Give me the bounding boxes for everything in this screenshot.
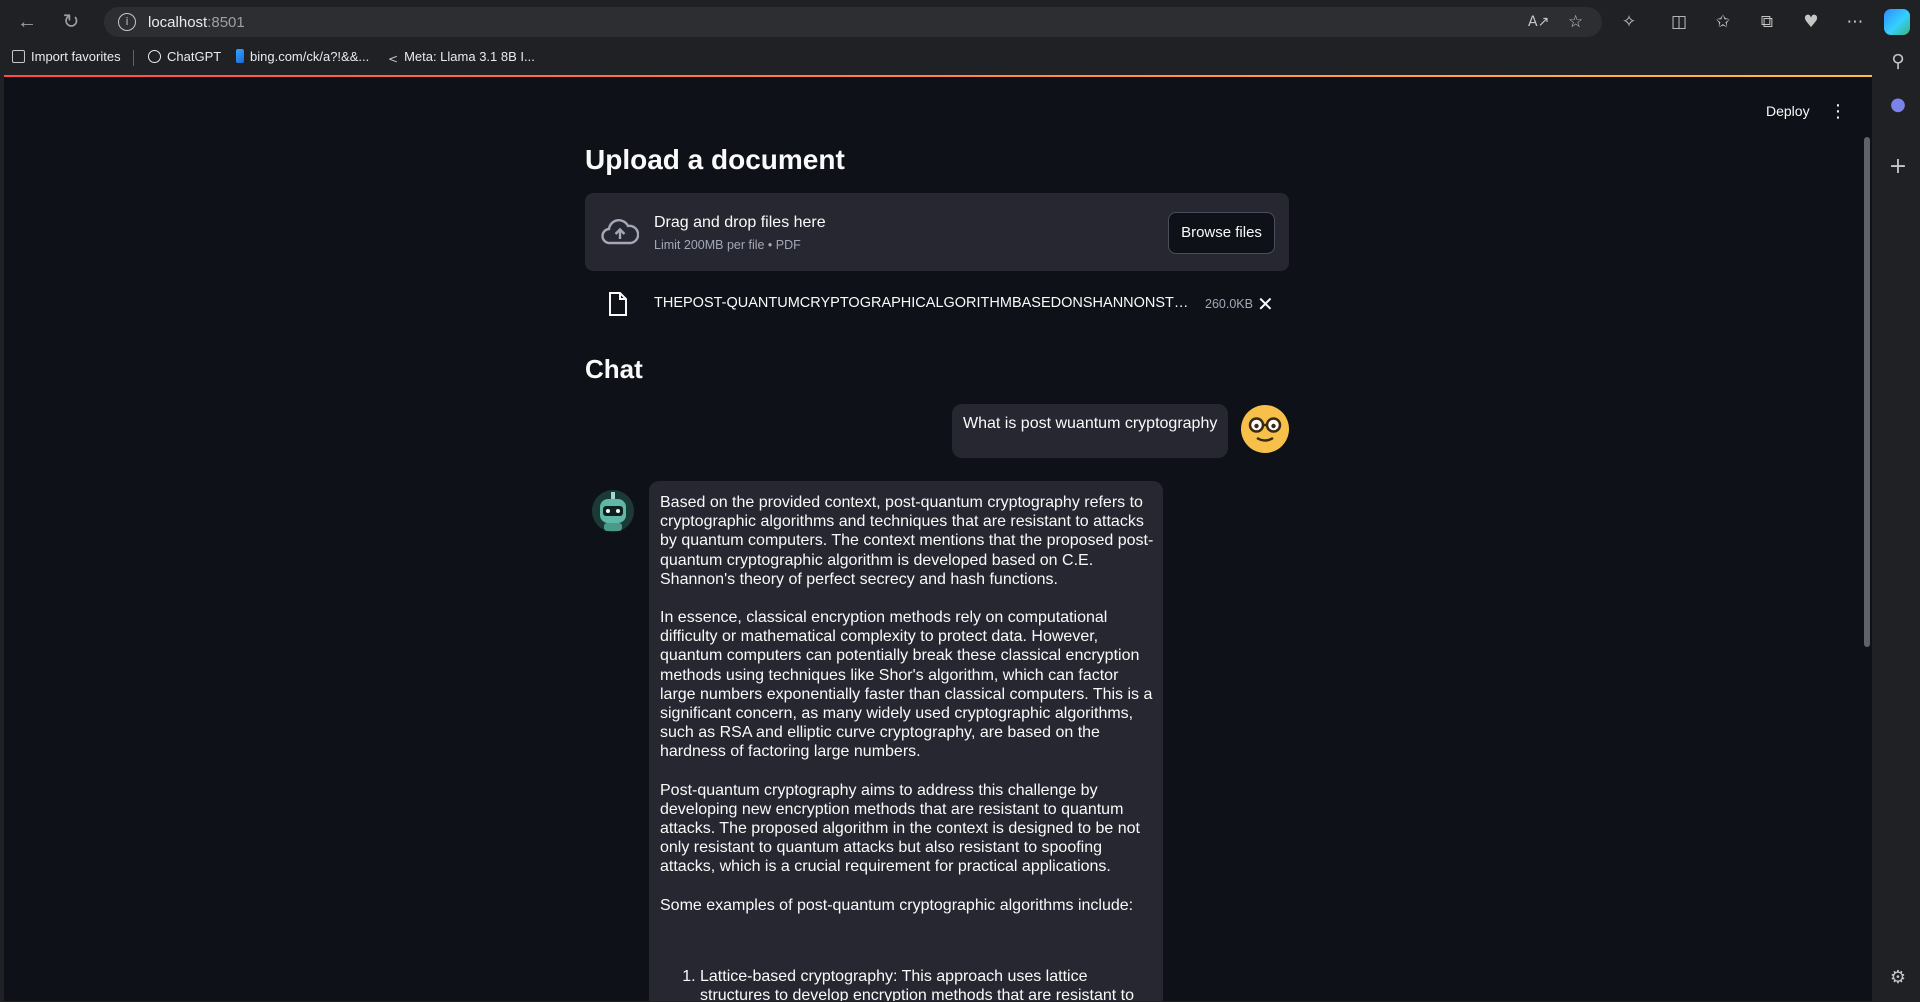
file-dropzone[interactable]: Drag and drop files here Limit 200MB per… (585, 193, 1289, 271)
bing-icon (236, 49, 244, 63)
extensions-icon[interactable]: ✧ (1617, 10, 1641, 34)
sidebar-settings-icon[interactable]: ⚙ (1886, 966, 1910, 990)
cloud-upload-icon (601, 219, 639, 245)
url-text[interactable]: localhost:8501 (148, 14, 245, 31)
page-title: Upload a document (585, 144, 845, 175)
uploaded-file: THEPOST-QUANTUMCRYPTOGRAPHICALGORITHMBAS… (585, 287, 1289, 323)
assistant-paragraph: In essence, classical encryption methods… (660, 609, 1153, 761)
assistant-list: Lattice-based cryptography: This approac… (660, 967, 1156, 1001)
browser-toolbar: ← ↻ i localhost:8501 A↗ ☆ ✧ ◫ ✩ ⧉ ♥ ⋯ (0, 0, 1920, 44)
chat-heading: Chat (585, 354, 643, 384)
collections-icon[interactable]: ⧉ (1755, 10, 1779, 34)
favorite-star-icon[interactable]: ☆ (1568, 12, 1583, 32)
refresh-icon[interactable]: ↻ (58, 9, 84, 35)
favorite-bing[interactable]: bing.com/ck/a?!&&... (236, 49, 369, 64)
import-icon (12, 50, 25, 63)
favorite-import[interactable]: Import favorites (12, 49, 121, 64)
edge-sidebar: ⚲ ● + ⚙ (1876, 44, 1920, 1002)
favorites-icon[interactable]: ✩ (1711, 10, 1735, 34)
list-item: Lattice-based cryptography: This approac… (700, 967, 1156, 1001)
assistant-paragraph: Some examples of post-quantum cryptograp… (660, 896, 1134, 914)
assistant-message: Based on the provided context, post-quan… (649, 481, 1163, 1001)
address-bar[interactable]: i localhost:8501 A↗ ☆ (104, 7, 1602, 37)
favorites-divider (133, 50, 134, 66)
site-info-icon[interactable]: i (118, 13, 136, 31)
user-message: What is post wuantum cryptography (952, 404, 1228, 458)
more-menu-icon[interactable]: ⋯ (1843, 10, 1867, 34)
teams-icon[interactable]: ● (1886, 93, 1910, 117)
deploy-button[interactable]: Deploy (1766, 103, 1810, 119)
browse-files-button[interactable]: Browse files (1168, 212, 1275, 254)
split-screen-icon[interactable]: ◫ (1667, 10, 1691, 34)
app-viewport: Deploy ⋮ Upload a document Drag and drop… (4, 75, 1872, 1001)
assistant-avatar (592, 490, 634, 532)
chatgpt-icon (148, 50, 161, 63)
user-message-text: What is post wuantum cryptography (963, 415, 1218, 432)
favorite-chatgpt[interactable]: ChatGPT (148, 49, 221, 64)
search-icon[interactable]: ⚲ (1886, 50, 1910, 74)
page-scrollbar[interactable] (1864, 137, 1870, 647)
browser-essentials-icon[interactable]: ♥ (1799, 10, 1823, 34)
file-name: THEPOST-QUANTUMCRYPTOGRAPHICALGORITHMBAS… (654, 295, 1194, 311)
user-avatar (1241, 405, 1289, 453)
add-app-icon[interactable]: + (1886, 155, 1910, 179)
dropzone-limit: Limit 200MB per file • PDF (654, 238, 801, 252)
assistant-paragraph: Post-quantum cryptography aims to addres… (660, 781, 1140, 876)
favorites-bar: Import favorites ChatGPT bing.com/ck/a?!… (0, 44, 1920, 72)
file-size: 260.0KB (1205, 297, 1253, 311)
assistant-message-body: Based on the provided context, post-quan… (660, 493, 1156, 1001)
read-aloud-icon[interactable]: A↗ (1528, 14, 1549, 30)
assistant-paragraph: Based on the provided context, post-quan… (660, 494, 1154, 588)
favorite-meta-llama[interactable]: < Meta: Llama 3.1 8B I... (388, 49, 535, 66)
dropzone-instructions: Drag and drop files here (654, 214, 826, 231)
main-menu-icon[interactable]: ⋮ (1829, 101, 1847, 122)
file-icon (609, 292, 627, 316)
meta-llama-icon: < (388, 52, 399, 66)
back-arrow-icon[interactable]: ← (14, 9, 40, 35)
remove-file-icon[interactable]: ✕ (1257, 292, 1274, 316)
copilot-icon[interactable] (1884, 9, 1910, 35)
